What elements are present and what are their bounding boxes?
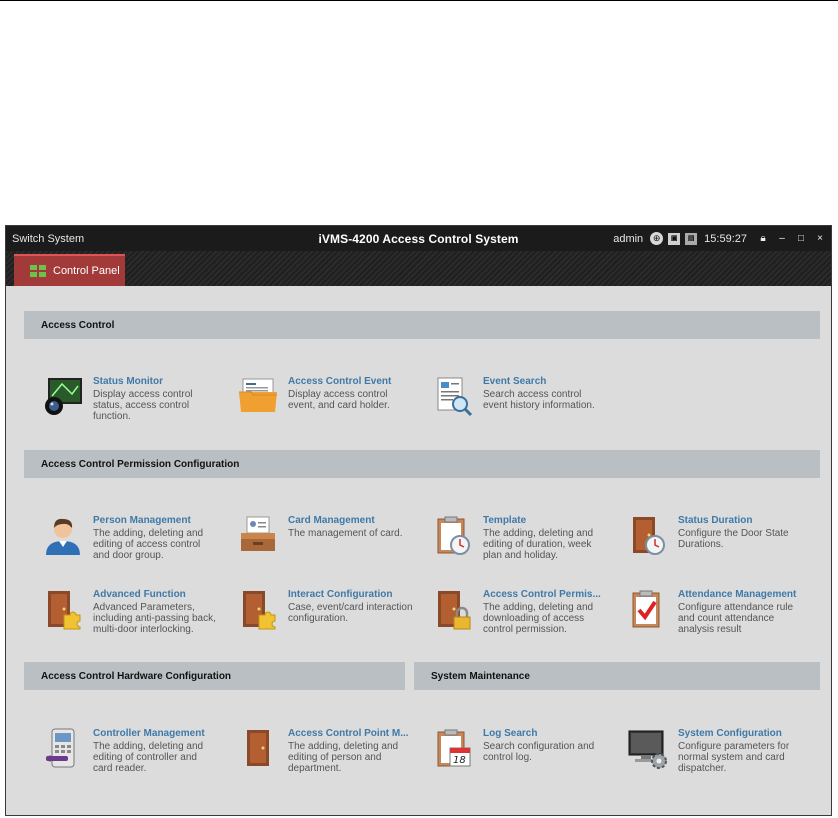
clipboard-calendar-icon: 18	[437, 729, 471, 767]
cpu-icon: ▣	[668, 232, 681, 245]
lock-icon[interactable]: 🔒︎	[756, 232, 770, 246]
item-title: Interact Configuration	[288, 589, 393, 600]
item-title: Log Search	[483, 728, 538, 739]
tab-label: Control Panel	[53, 265, 120, 277]
folder-icon	[239, 378, 277, 412]
item-title: Access Control Point M...	[288, 728, 409, 739]
clock: 15:59:27	[704, 232, 747, 245]
section-title: Access Control Permission Configuration	[41, 459, 240, 470]
advanced-function-item[interactable]: Advanced Function Advanced Parameters, i…	[42, 589, 232, 649]
item-title: Status Duration	[678, 515, 753, 526]
item-desc: Configure the Door State Durations.	[678, 528, 789, 550]
item-title: Attendance Management	[678, 589, 797, 600]
system-configuration-item[interactable]: System Configuration Configure parameter…	[627, 728, 817, 788]
section-title: System Maintenance	[431, 671, 530, 682]
ram-icon: ▤	[685, 232, 698, 245]
template-item[interactable]: Template The adding, deleting and editin…	[432, 515, 622, 575]
access-control-permission-item[interactable]: Access Control Permis... The adding, del…	[432, 589, 622, 649]
item-title: Status Monitor	[93, 376, 163, 387]
door-puzzle-icon	[243, 591, 276, 630]
item-desc: The adding, deleting and editing of cont…	[93, 741, 204, 774]
section-system-maintenance: System Maintenance	[414, 662, 820, 690]
section-permission-configuration: Access Control Permission Configuration	[24, 450, 820, 478]
item-desc: Configure attendance rule and count atte…	[678, 602, 794, 635]
item-desc: The adding, deleting and downloading of …	[483, 602, 594, 635]
document-search-icon	[437, 377, 473, 417]
current-user[interactable]: admin	[613, 233, 643, 245]
section-hardware-configuration: Access Control Hardware Configuration	[24, 662, 405, 690]
item-title: Advanced Function	[93, 589, 186, 600]
item-desc: The adding, deleting and editing of pers…	[288, 741, 399, 774]
item-title: Card Management	[288, 515, 375, 526]
card-tray-icon	[241, 516, 275, 551]
tab-bar: Control Panel	[6, 251, 831, 286]
item-desc: Configure parameters for normal system a…	[678, 741, 790, 774]
monitor-camera-icon	[45, 378, 82, 415]
item-title: Controller Management	[93, 728, 205, 739]
door-clock-icon	[633, 517, 665, 555]
person-management-item[interactable]: Person Management The adding, deleting a…	[42, 515, 232, 575]
log-search-item[interactable]: 18 Log Search Search configuration and c…	[432, 728, 622, 788]
title-bar: Switch System iVMS-4200 Access Control S…	[6, 226, 831, 251]
card-management-item[interactable]: Card Management The management of card.	[237, 515, 427, 575]
item-title: Template	[483, 515, 527, 526]
person-icon	[46, 518, 80, 555]
titlebar-controls: admin ⊕ ▣ ▤ 15:59:27 🔒︎ – □ ×	[613, 230, 827, 247]
section-title: Access Control	[41, 320, 115, 331]
item-title: Person Management	[93, 515, 191, 526]
item-desc: The management of card.	[288, 528, 403, 539]
item-title: Access Control Event	[288, 376, 392, 387]
app-window: Switch System iVMS-4200 Access Control S…	[5, 225, 832, 816]
item-desc: The adding, deleting and editing of acce…	[93, 528, 204, 561]
globe-icon[interactable]: ⊕	[650, 232, 664, 245]
event-search-item[interactable]: Event Search Search access control event…	[432, 376, 622, 436]
tab-control-panel[interactable]: Control Panel	[14, 254, 125, 286]
item-desc: Search access control event history info…	[483, 389, 595, 411]
item-desc: The adding, deleting and editing of dura…	[483, 528, 594, 561]
door-icon	[247, 730, 269, 766]
interact-configuration-item[interactable]: Interact Configuration Case, event/card …	[237, 589, 427, 649]
card-reader-icon	[46, 728, 75, 768]
close-icon[interactable]: ×	[813, 232, 827, 246]
item-desc: Case, event/card interaction configurati…	[288, 602, 413, 624]
status-duration-item[interactable]: Status Duration Configure the Door State…	[627, 515, 817, 575]
status-monitor-item[interactable]: Status Monitor Display access control st…	[42, 376, 232, 436]
svg-text:18: 18	[453, 755, 466, 766]
section-access-control: Access Control	[24, 311, 820, 339]
attendance-management-item[interactable]: Attendance Management Configure attendan…	[627, 589, 817, 649]
clipboard-check-icon	[632, 590, 660, 628]
item-desc: Display access control status, access co…	[93, 389, 193, 422]
maximize-icon[interactable]: □	[794, 232, 808, 246]
access-control-point-item[interactable]: Access Control Point M... The adding, de…	[237, 728, 427, 788]
item-title: Event Search	[483, 376, 547, 387]
item-title: Access Control Permis...	[483, 589, 601, 600]
item-title: System Configuration	[678, 728, 782, 739]
item-desc: Advanced Parameters, including anti-pass…	[93, 602, 216, 635]
door-puzzle-icon	[48, 591, 81, 630]
grid-icon	[30, 265, 46, 277]
access-control-event-item[interactable]: Access Control Event Display access cont…	[237, 376, 427, 436]
item-desc: Display access control event, and card h…	[288, 389, 390, 411]
item-desc: Search configuration and control log.	[483, 741, 595, 763]
section-title: Access Control Hardware Configuration	[41, 671, 232, 682]
monitor-gear-icon	[628, 730, 667, 769]
page-top-rule	[0, 0, 838, 1]
minimize-icon[interactable]: –	[775, 232, 789, 246]
controller-management-item[interactable]: Controller Management The adding, deleti…	[42, 728, 232, 788]
door-lock-icon	[438, 591, 471, 630]
clipboard-clock-icon	[437, 516, 470, 555]
